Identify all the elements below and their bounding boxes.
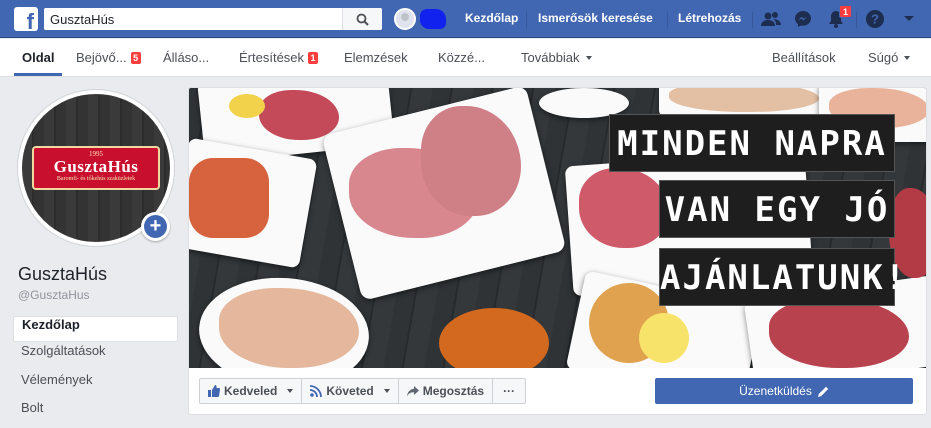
rss-follow-icon [310,385,323,397]
tab-settings[interactable]: Beállítások [772,50,836,65]
tab-inbox[interactable]: Bejövő... 5 [76,50,141,65]
inbox-count-badge: 5 [130,52,141,64]
nav-create-link[interactable]: Létrehozás [678,11,741,25]
user-avatar[interactable] [394,8,416,30]
redacted-username[interactable] [420,9,446,29]
notifications-count-badge: 1 [308,52,319,64]
cover-headline-line-2: VAN EGY JÓ [659,180,895,238]
friend-requests-icon[interactable] [760,8,782,30]
tab-insights[interactable]: Elemzések [344,50,408,65]
share-button[interactable]: Megosztás [397,378,494,404]
like-button[interactable]: Kedveled [199,378,303,404]
follow-label: Követed [326,384,374,398]
nav-separator [667,12,668,28]
tab-label: Értesítések [239,50,305,65]
page-title: GusztaHús [18,264,108,284]
cover-photo[interactable]: MINDEN NAPRA VAN EGY JÓ AJÁNLATUNK! [189,88,926,368]
tab-notifications[interactable]: Értesítések 1 [239,50,319,65]
more-dots-icon: ··· [503,384,516,398]
lemon-shape [639,313,689,363]
tab-label: Elemzések [344,50,408,65]
tab-label: Továbbiak [521,50,580,65]
tab-jobs[interactable]: Álláso... [163,50,209,65]
search-input[interactable] [44,8,342,30]
nav-home-link[interactable]: Kezdőlap [465,11,518,25]
plus-icon: + [144,215,167,238]
chevron-down-icon [585,56,592,60]
page-admin-tabs: Oldal Bejövő... 5 Álláso... Értesítések 1 … [0,39,931,77]
sidebar-item-reviews[interactable]: Vélemények [13,372,178,398]
search-box [44,8,382,30]
notification-count-badge: 1 [839,5,853,18]
thumbs-up-icon [208,385,220,397]
send-message-button[interactable]: Üzenetküldés [655,378,913,404]
tab-help[interactable]: Súgó [868,50,911,65]
share-arrow-icon [406,385,419,396]
tab-label: Bejövő... [76,50,127,65]
chevron-down-icon [287,389,294,393]
follow-button[interactable]: Követed [301,378,399,404]
search-icon [356,13,369,26]
more-options-button[interactable]: ··· [492,378,527,404]
nav-separator [752,12,753,28]
tab-label: Súgó [868,50,899,65]
tab-more[interactable]: Továbbiak [521,50,592,65]
like-label: Kedveled [224,384,278,398]
search-button[interactable] [342,8,382,30]
nav-find-friends-link[interactable]: Ismerősök keresése [538,11,653,25]
logo-name: GusztaHús [53,157,139,176]
chevron-down-icon [904,56,911,60]
top-navigation-bar: f Kezdőlap Ismerősök keresése Létrehozás… [0,0,931,38]
lemon-shape [229,94,265,118]
tab-publishing-tools[interactable]: Közzé... [438,50,485,65]
sidebar-item-home[interactable]: Kezdőlap [13,316,178,342]
chevron-down-icon [383,389,390,393]
pencil-icon [817,386,829,397]
facebook-logo-icon[interactable]: f [14,7,38,31]
tab-page[interactable]: Oldal [22,50,55,65]
active-tab-indicator [14,73,62,76]
gusztahus-logo: 1995 GusztaHús Baromfi- és tőkehús szakü… [32,146,160,190]
logo-subtitle: Baromfi- és tőkehús szaküzletek [56,176,136,182]
tab-label: Álláso... [163,50,210,65]
send-message-label: Üzenetküldés [739,384,812,398]
nav-separator [526,12,527,28]
cover-headline-line-1: MINDEN NAPRA [609,114,895,172]
spice-bowl-shape [439,308,549,368]
tab-label: Közzé... [438,50,485,65]
share-label: Megosztás [422,384,485,398]
help-question-icon[interactable]: ? [864,8,886,30]
account-menu-chevron-down-icon[interactable] [898,8,920,30]
sidebar-item-shop[interactable]: Bolt [13,400,178,426]
messenger-icon[interactable] [792,8,814,30]
sidebar-item-services[interactable]: Szolgáltatások [13,343,178,369]
update-profile-picture-button[interactable]: + [141,212,170,241]
cover-card: MINDEN NAPRA VAN EGY JÓ AJÁNLATUNK! Kedv… [188,87,927,415]
svg-text:?: ? [871,12,879,27]
nav-separator [856,12,857,28]
cover-headline-line-3: AJÁNLATUNK! [659,248,905,306]
page-actions: Kedveled Követed Megosztás ··· [199,378,527,404]
sausage-shape [189,158,269,238]
tab-label: Oldal [22,50,55,65]
page-username[interactable]: @GusztaHus [18,288,90,302]
